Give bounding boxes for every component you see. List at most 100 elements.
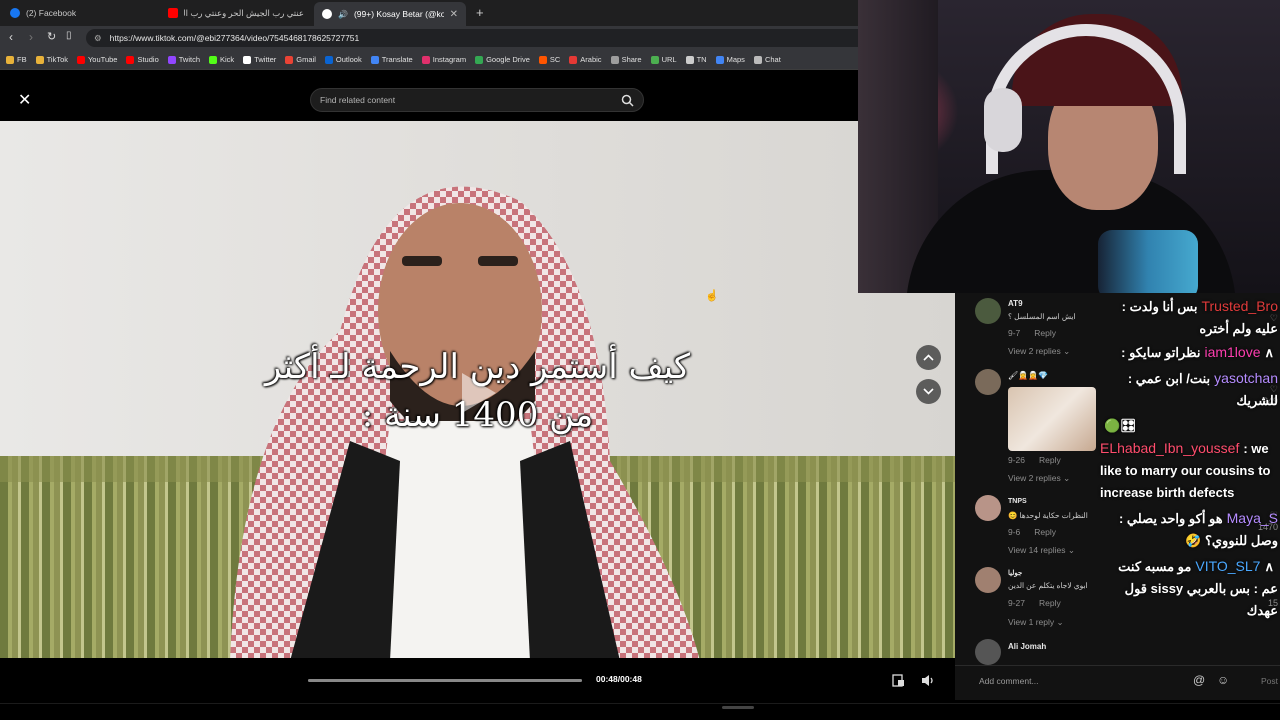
chat-username: ELhabad_Ibn_youssef bbox=[1100, 440, 1240, 456]
bookmark-outlook[interactable]: Outlook bbox=[324, 55, 362, 64]
search-icon[interactable] bbox=[621, 94, 634, 107]
bookmark-studio[interactable]: Studio bbox=[126, 55, 159, 64]
chat-username: iam1love bbox=[1204, 344, 1261, 360]
mention-icon[interactable]: @ bbox=[1193, 673, 1205, 687]
bookmark-maps[interactable]: Maps bbox=[715, 55, 745, 64]
screen: (2) Facebook عنتي رب الجيش الحر وعنتي رب… bbox=[0, 0, 1280, 720]
emoji-icon[interactable]: ☺ bbox=[1217, 673, 1229, 687]
comment-author[interactable]: AT9 bbox=[1008, 299, 1023, 308]
video-player[interactable]: كيف أستمر دين الرحمة لـ أكثر من 1400 سنة… bbox=[0, 121, 955, 658]
bookmark-translate[interactable]: Translate bbox=[370, 55, 413, 64]
bookmark-youtube[interactable]: YouTube bbox=[76, 55, 118, 64]
bookmark-share[interactable]: Share bbox=[610, 55, 642, 64]
progress-bar[interactable] bbox=[308, 679, 582, 682]
mouse-cursor-icon: ☝ bbox=[705, 290, 719, 302]
bookmark-tn[interactable]: TN bbox=[685, 55, 707, 64]
avatar[interactable] bbox=[975, 298, 1001, 324]
resize-handle[interactable] bbox=[722, 706, 754, 709]
volume-icon[interactable] bbox=[921, 674, 935, 687]
play-icon[interactable] bbox=[462, 373, 496, 413]
video-time: 00:48/00:48 bbox=[596, 674, 642, 684]
back-icon[interactable]: ‹ bbox=[9, 30, 13, 44]
comment-text: ايش اسم المسلسل ؟ bbox=[1008, 312, 1076, 321]
bookmark-kick[interactable]: Kick bbox=[209, 55, 234, 64]
chat-badge: ∧ bbox=[1264, 559, 1274, 574]
forward-icon[interactable]: › bbox=[29, 30, 33, 44]
bookmark-url[interactable]: URL bbox=[650, 55, 677, 64]
site-info-icon[interactable]: ⚙ bbox=[94, 33, 102, 44]
comment-author[interactable]: TNPS bbox=[1008, 498, 1027, 505]
post-button[interactable]: Post bbox=[1261, 676, 1278, 686]
bookmark-instagram[interactable]: Instagram bbox=[421, 55, 466, 64]
avatar[interactable] bbox=[975, 567, 1001, 593]
bookmark-icon[interactable]: ▯ bbox=[66, 30, 72, 41]
bookmark-icon bbox=[370, 55, 379, 64]
view-replies-button[interactable]: View 14 replies ⌄ bbox=[1008, 545, 1075, 556]
webcam-overlay bbox=[858, 0, 1280, 293]
close-tab-icon[interactable]: ✕ bbox=[450, 9, 458, 20]
tiktok-icon bbox=[322, 9, 332, 19]
avatar[interactable] bbox=[975, 639, 1001, 665]
comment-meta: 9-6 Reply bbox=[1008, 527, 1056, 537]
search-input[interactable]: Find related content bbox=[310, 88, 644, 112]
bookmark-label: Outlook bbox=[335, 55, 362, 64]
tab-facebook[interactable]: (2) Facebook bbox=[2, 3, 157, 23]
bookmark-label: Gmail bbox=[296, 55, 316, 64]
bookmark-label: TN bbox=[696, 55, 707, 64]
bookmark-sc[interactable]: SC bbox=[538, 55, 560, 64]
chat-message: yasotchanبنت/ ابن عمي : للشريك bbox=[1100, 367, 1278, 412]
bookmark-chat[interactable]: Chat bbox=[753, 55, 781, 64]
bookmark-icon bbox=[538, 55, 547, 64]
add-comment-bar: Add comment... @ ☺ Post bbox=[955, 665, 1280, 695]
new-tab-button[interactable]: + bbox=[476, 5, 484, 20]
bookmark-icon bbox=[475, 55, 484, 64]
view-replies-button[interactable]: View 2 replies ⌄ bbox=[1008, 346, 1070, 357]
microphone bbox=[1098, 230, 1198, 293]
bookmark-twitter[interactable]: Twitter bbox=[243, 55, 276, 64]
url-field[interactable]: ⚙ https://www.tiktok.com/@ebi277364/vide… bbox=[86, 29, 866, 47]
bookmark-icon bbox=[167, 55, 176, 64]
reply-button[interactable]: Reply bbox=[1034, 527, 1056, 537]
bookmark-label: YouTube bbox=[87, 55, 118, 64]
comment-meta: 9-26 Reply bbox=[1008, 455, 1061, 465]
video-controls: 00:48/00:48 bbox=[0, 670, 955, 700]
pip-icon[interactable] bbox=[892, 674, 905, 687]
reply-button[interactable]: Reply bbox=[1039, 598, 1061, 608]
bookmark-twitch[interactable]: Twitch bbox=[167, 55, 200, 64]
reload-icon[interactable]: ↻ bbox=[47, 30, 56, 43]
avatar[interactable] bbox=[975, 495, 1001, 521]
next-video-button[interactable] bbox=[916, 379, 941, 404]
close-video-button[interactable]: ✕ bbox=[18, 90, 31, 110]
reply-button[interactable]: Reply bbox=[1039, 455, 1061, 465]
bookmark-gmail[interactable]: Gmail bbox=[285, 55, 316, 64]
search-placeholder: Find related content bbox=[320, 95, 396, 105]
bookmark-label: TikTok bbox=[46, 55, 68, 64]
tab-youtube[interactable]: عنتي رب الجيش الحر وعنتي رب الجولا... bbox=[160, 3, 312, 23]
view-replies-button[interactable]: View 2 replies ⌄ bbox=[1008, 473, 1070, 484]
avatar[interactable] bbox=[975, 369, 1001, 395]
tab-label: (2) Facebook bbox=[26, 8, 77, 18]
headphone-cup bbox=[984, 88, 1022, 152]
add-comment-input[interactable]: Add comment... bbox=[979, 676, 1039, 686]
bookmark-fb[interactable]: FB bbox=[6, 55, 27, 64]
chat-message: Trusted_Broبس أنا ولدت : عليه ولم أختره bbox=[1100, 295, 1278, 340]
comment-emojis: 🖌🧝🧝💎 bbox=[1008, 371, 1049, 380]
reply-button[interactable]: Reply bbox=[1034, 328, 1056, 338]
bookmark-tiktok[interactable]: TikTok bbox=[35, 55, 68, 64]
bookmark-arabic[interactable]: Arabic bbox=[569, 55, 602, 64]
tab-tiktok[interactable]: 🔊 (99+) Kosay Betar (@kosay.be ✕ bbox=[314, 2, 466, 26]
bookmark-icon bbox=[35, 55, 44, 64]
tiktok-viewer: ✕ Find related content كيف أستمر دين الر… bbox=[0, 70, 955, 720]
bookmark-icon bbox=[76, 55, 85, 64]
comment-date: 9-6 bbox=[1008, 527, 1021, 537]
comment-author[interactable]: جوليا bbox=[1008, 569, 1022, 577]
previous-video-button[interactable] bbox=[916, 345, 941, 370]
comment-date: 9-7 bbox=[1008, 328, 1021, 338]
bookmark-google-drive[interactable]: Google Drive bbox=[475, 55, 530, 64]
comment-author[interactable]: Ali Jomah bbox=[1008, 642, 1046, 651]
comment-image[interactable] bbox=[1008, 387, 1096, 451]
view-replies-button[interactable]: View 1 reply ⌄ bbox=[1008, 617, 1064, 628]
bookmark-icon bbox=[285, 55, 294, 64]
tab-label: (99+) Kosay Betar (@kosay.be bbox=[353, 9, 444, 19]
chat-message: Maya_Sهو أكو واحد يصلي : وصل للنووي؟ 🤣 bbox=[1100, 507, 1278, 552]
